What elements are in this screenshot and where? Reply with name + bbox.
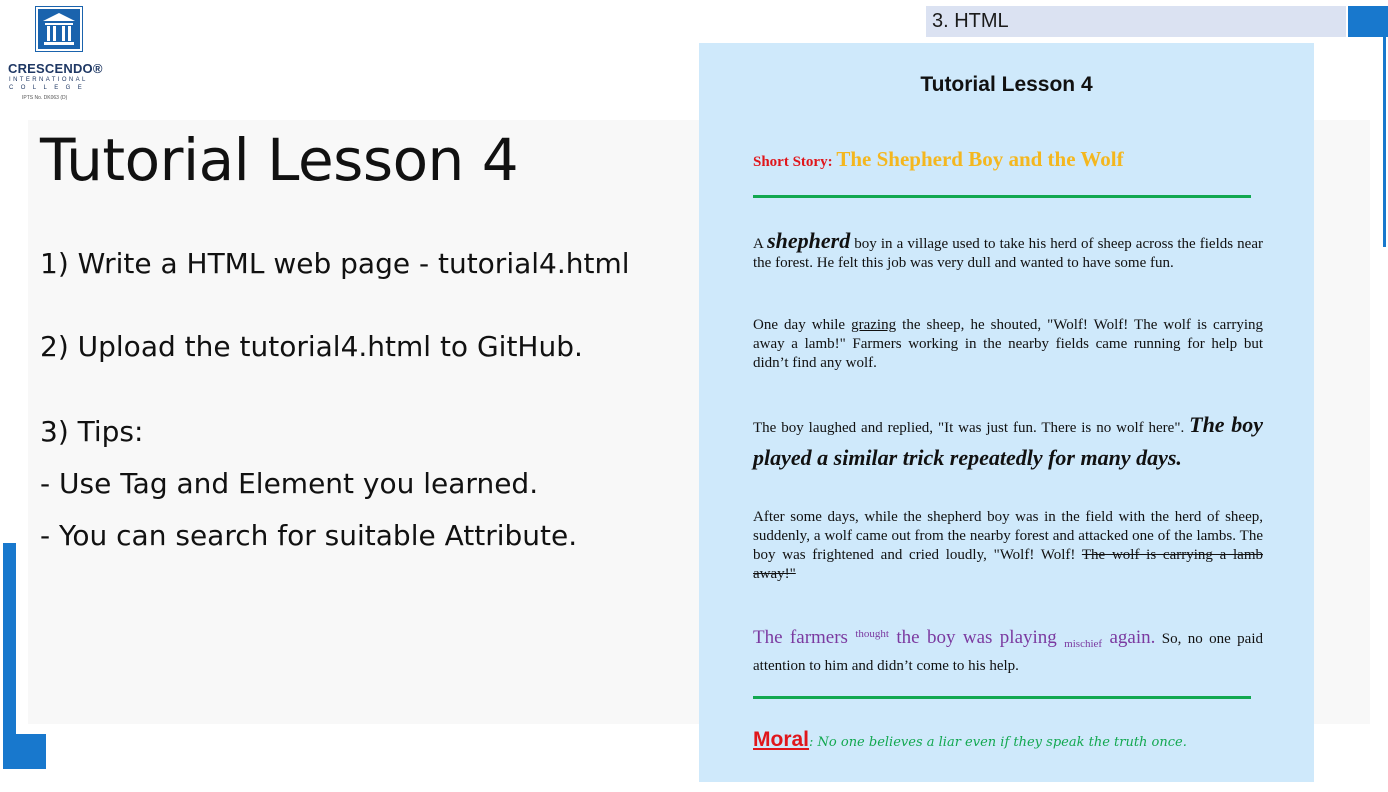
- p5-sup: thought: [855, 628, 889, 640]
- p2-underline: grazing: [851, 317, 897, 333]
- paragraph-4: After some days, while the shepherd boy …: [753, 508, 1263, 584]
- moral-line: Moral: No one believes a liar even if th…: [753, 728, 1187, 752]
- step-1: 1) Write a HTML web page - tutorial4.htm…: [40, 247, 630, 280]
- moral-label: Moral: [753, 728, 810, 751]
- logo-subtitle-international: INTERNATIONAL: [9, 77, 88, 83]
- p1-bold: shepherd: [767, 228, 851, 253]
- step-2: 2) Upload the tutorial4.html to GitHub.: [40, 330, 583, 363]
- slide-title: Tutorial Lesson 4: [40, 126, 519, 194]
- tip-2: - You can search for suitable Attribute.: [40, 519, 578, 552]
- tip-1: - Use Tag and Element you learned.: [40, 467, 539, 500]
- section-tag-accent: [1348, 6, 1388, 37]
- left-accent-corner: [3, 734, 46, 769]
- logo-subtitle-college: COLLEGE: [9, 85, 90, 91]
- p5-mid: the boy was playing: [888, 627, 1065, 648]
- preview-heading: Tutorial Lesson 4: [920, 73, 1093, 96]
- web-page-preview: Tutorial Lesson 4 Short Story: The Sheph…: [699, 43, 1314, 782]
- step-3-tips: 3) Tips:: [40, 415, 144, 448]
- p5-again: again.: [1102, 627, 1156, 648]
- building-icon: [35, 6, 83, 52]
- logo-name: CRESCENDO®: [8, 61, 103, 76]
- divider-top: [753, 195, 1251, 198]
- p5-start: The farmers: [753, 627, 856, 648]
- paragraph-1: A shepherd boy in a village used to take…: [753, 228, 1263, 273]
- p5-sub: mischief: [1064, 638, 1103, 650]
- p2-start: One day while: [753, 317, 852, 333]
- story-label: Short Story:: [753, 154, 833, 170]
- story-title-line: Short Story: The Shepherd Boy and the Wo…: [753, 147, 1124, 172]
- moral-text: : No one believes a liar even if they sp…: [809, 735, 1187, 750]
- right-accent-line: [1383, 37, 1386, 247]
- paragraph-3: The boy laughed and replied, "It was jus…: [753, 410, 1263, 476]
- story-title: The Shepherd Boy and the Wolf: [836, 147, 1124, 171]
- paragraph-2: One day while grazing the sheep, he shou…: [753, 316, 1263, 373]
- college-logo: CRESCENDO® INTERNATIONAL COLLEGE IPTS No…: [8, 6, 108, 106]
- divider-bottom: [753, 696, 1251, 699]
- paragraph-5: The farmers thought the boy was playing …: [753, 623, 1263, 677]
- p3-start: The boy laughed and replied, "It was jus…: [753, 420, 1190, 436]
- logo-registration: IPTS No. DK063 (D): [22, 95, 68, 101]
- section-tag: 3. HTML: [926, 6, 1346, 37]
- p1-start: A: [753, 236, 768, 252]
